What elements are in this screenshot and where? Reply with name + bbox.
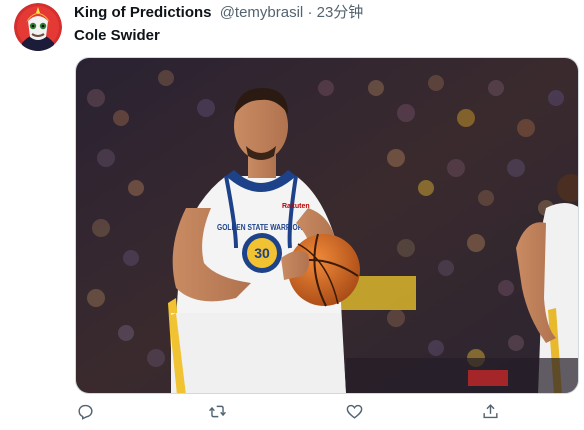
basketball-photo: 30 GOLDEN STATE WARRIORS Rakuten	[76, 58, 578, 393]
author-handle[interactable]: @temybrasil	[220, 4, 304, 21]
tweet-header: King of Predictions @temybrasil · 23分钟	[74, 4, 363, 22]
share-button[interactable]	[479, 400, 503, 424]
tweet-media-photo[interactable]: 30 GOLDEN STATE WARRIORS Rakuten	[75, 57, 579, 394]
jersey-sponsor: Rakuten	[282, 203, 310, 210]
reply-button[interactable]	[74, 400, 98, 424]
reply-icon	[78, 404, 93, 420]
timestamp[interactable]: 23分钟	[317, 4, 364, 21]
retweet-button[interactable]	[206, 400, 230, 424]
avatar[interactable]	[14, 3, 62, 51]
separator-dot: ·	[307, 4, 313, 21]
tweet-text: Cole Swider	[74, 27, 160, 44]
like-button[interactable]	[343, 400, 367, 424]
share-icon	[483, 404, 498, 419]
heart-icon	[346, 404, 363, 419]
avatar-image	[14, 3, 62, 51]
retweet-icon	[209, 405, 226, 418]
jersey-number: 30	[254, 245, 270, 261]
author-name[interactable]: King of Predictions	[74, 4, 212, 21]
tweet[interactable]: King of Predictions @temybrasil · 23分钟 C…	[0, 0, 584, 426]
jersey-team-text: GOLDEN STATE WARRIORS	[217, 223, 308, 232]
